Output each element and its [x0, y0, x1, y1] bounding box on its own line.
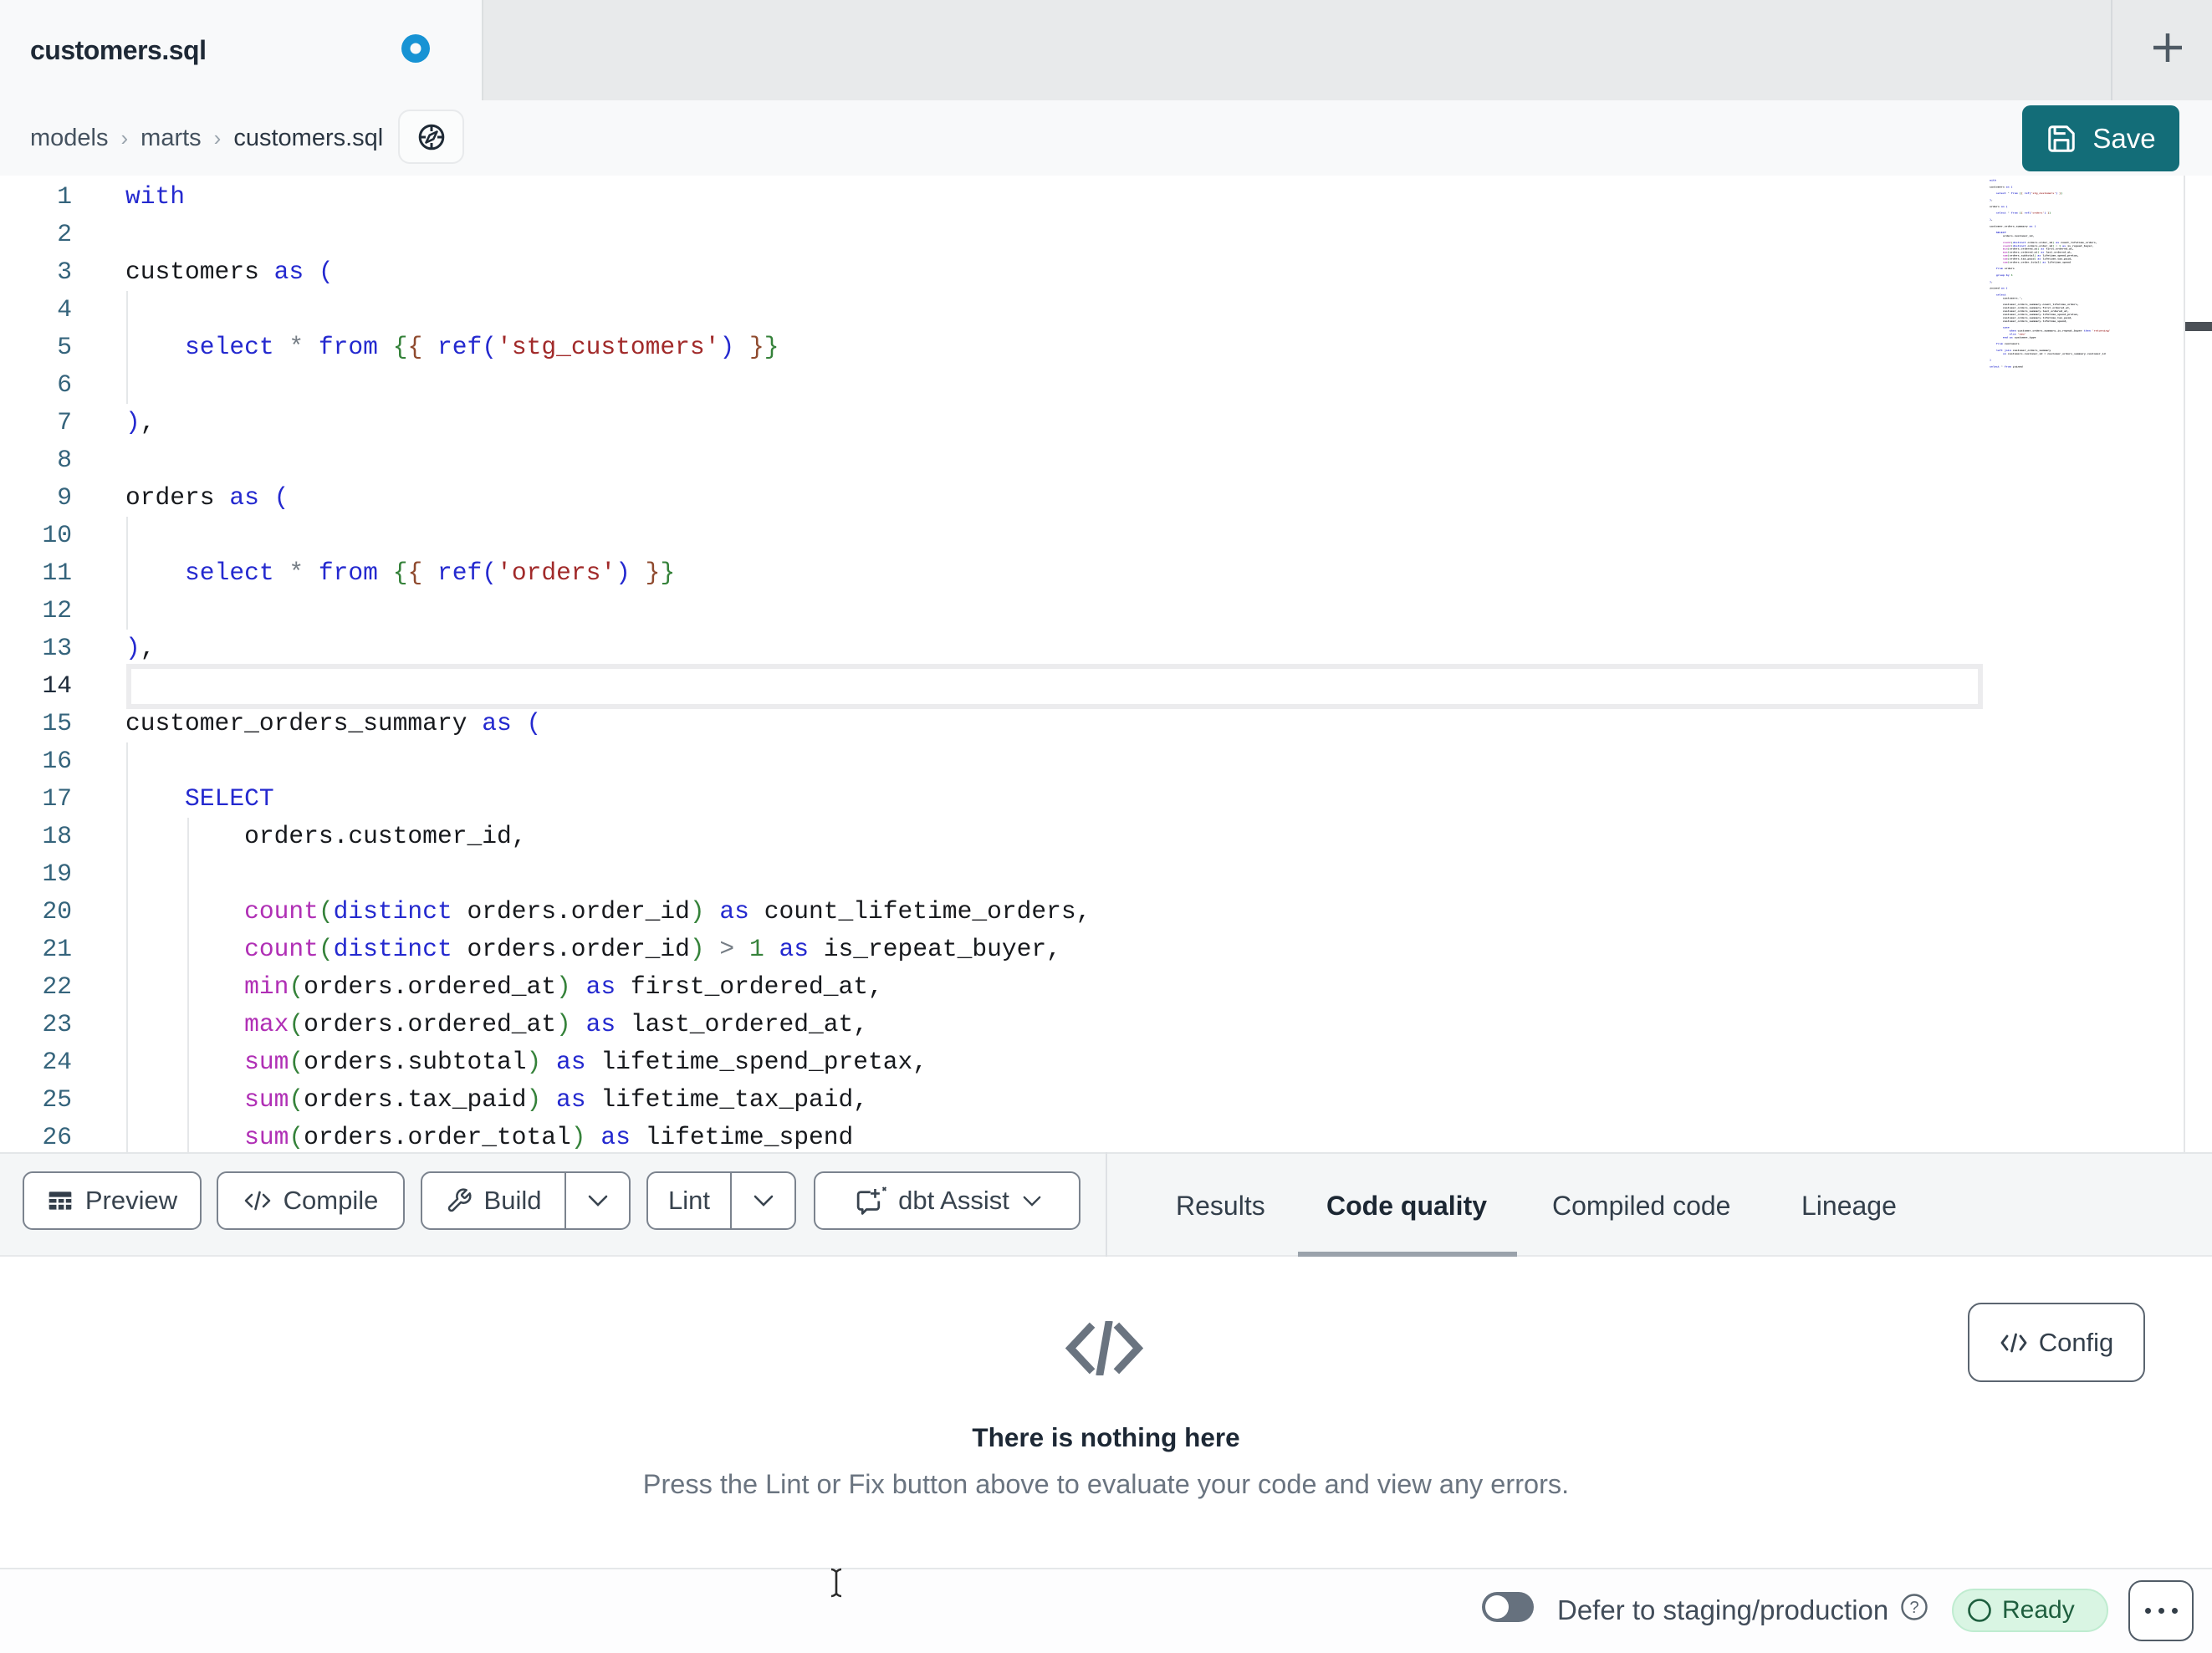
svg-text:?: ? — [1909, 1599, 1918, 1617]
